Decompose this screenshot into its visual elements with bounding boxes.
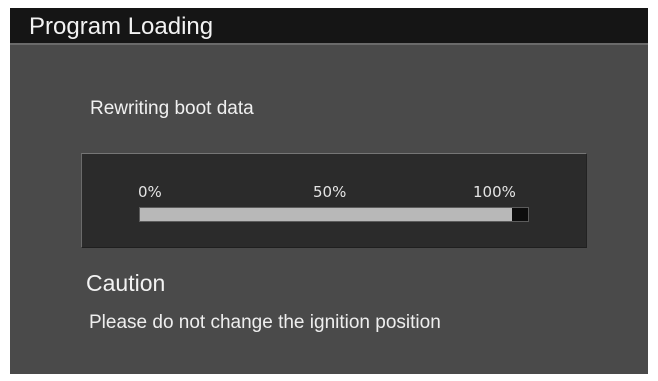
progress-fill <box>140 208 513 221</box>
caution-message: Please do not change the ignition positi… <box>89 312 441 333</box>
caution-title: Caution <box>86 270 166 296</box>
progress-scale-100-label: 100% <box>473 183 516 201</box>
progress-bar <box>139 207 529 222</box>
progress-panel: 0% 50% 100% <box>81 153 587 248</box>
status-message: Rewriting boot data <box>90 98 254 119</box>
progress-scale-50-label: 50% <box>313 183 347 201</box>
progress-scale-0-label: 0% <box>138 183 162 201</box>
program-loading-screen: Program Loading Rewriting boot data 0% 5… <box>10 8 648 374</box>
window-title: Program Loading <box>10 8 648 45</box>
